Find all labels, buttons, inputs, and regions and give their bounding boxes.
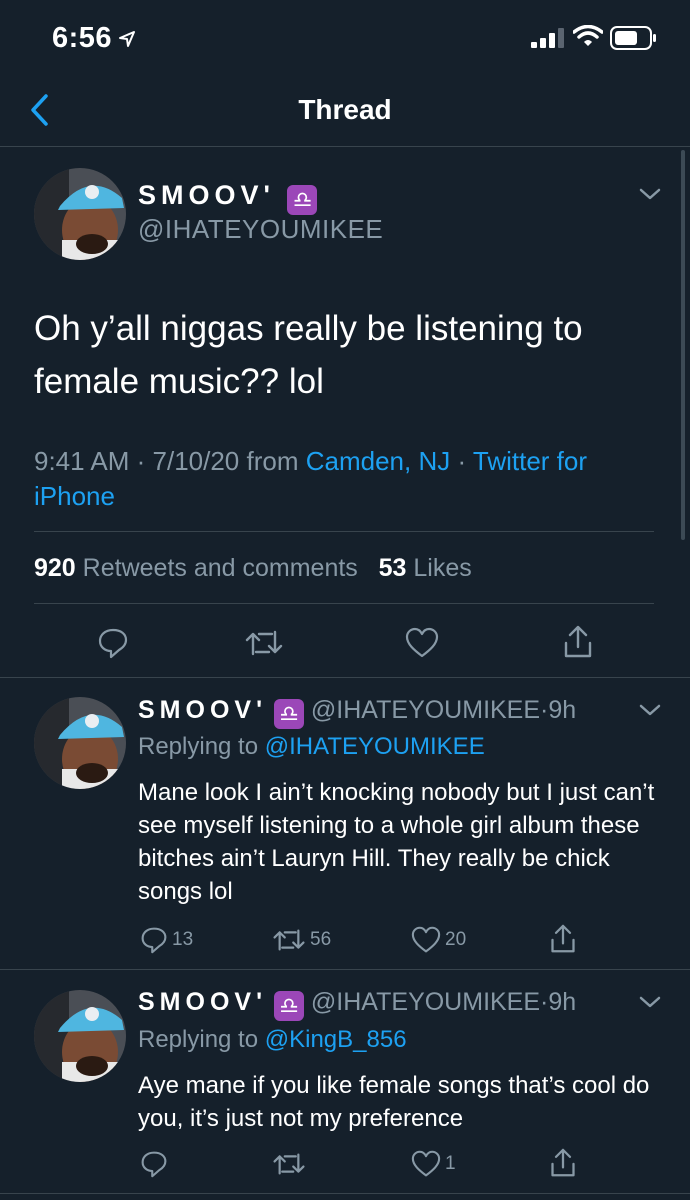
likes-label: Likes — [413, 554, 472, 582]
nav-bar: Thread — [0, 76, 690, 147]
likes-stat[interactable]: 53 Likes — [379, 554, 472, 582]
libra-emoji: ♎ — [287, 185, 318, 215]
battery-icon — [610, 26, 656, 50]
replying-label: Replying to — [138, 733, 259, 760]
tweet-from: from — [246, 446, 299, 476]
like-action[interactable]: 1 — [411, 1150, 456, 1178]
user-handle[interactable]: @IHATEYOUMIKEE — [311, 988, 540, 1016]
tweet-age: 9h — [548, 988, 577, 1016]
user-handle[interactable]: @IHATEYOUMIKEE — [138, 214, 383, 245]
tweet-text: Oh y’all niggas really be listening to f… — [34, 309, 583, 401]
libra-emoji: ♎ — [273, 699, 304, 729]
share-icon[interactable] — [562, 625, 594, 659]
display-name[interactable]: SMOOV' ♎ — [138, 180, 318, 215]
tweet-stats: 920 Retweets and comments 53 Likes — [34, 554, 472, 583]
status-time: 6:56 — [52, 22, 113, 54]
retweets-stat[interactable]: 920 Retweets and comments — [34, 554, 358, 582]
scrollbar[interactable] — [681, 150, 685, 540]
chevron-down-icon[interactable] — [638, 994, 662, 1010]
cellular-signal-icon — [531, 28, 564, 48]
replying-to: Replying to @IHATEYOUMIKEE — [138, 733, 485, 761]
retweet-icon[interactable] — [244, 628, 284, 658]
replying-to: Replying to @KingB_856 — [138, 1026, 407, 1054]
reply-icon — [141, 1151, 167, 1178]
share-icon[interactable] — [549, 1148, 577, 1178]
avatar[interactable] — [34, 697, 126, 789]
location-arrow-icon — [119, 31, 135, 47]
avatar[interactable] — [34, 990, 126, 1082]
display-name-text[interactable]: SMOOV' — [138, 988, 267, 1016]
share-icon[interactable] — [549, 924, 577, 954]
retweet-action[interactable]: 56 — [272, 927, 331, 953]
replying-to-link[interactable]: @IHATEYOUMIKEE — [265, 733, 485, 760]
replying-label: Replying to — [138, 1026, 259, 1053]
like-action[interactable]: 20 — [411, 926, 466, 954]
wifi-icon — [573, 25, 603, 46]
heart-icon — [411, 926, 441, 953]
page-title: Thread — [298, 94, 392, 125]
reply-icon — [141, 927, 167, 954]
divider — [0, 969, 690, 970]
like-count: 20 — [445, 929, 467, 950]
display-name-text[interactable]: SMOOV' — [138, 696, 267, 724]
divider — [0, 677, 690, 678]
tweet-date: 7/10/20 — [152, 446, 240, 476]
avatar[interactable] — [34, 168, 126, 260]
reply-header: SMOOV' ♎ @IHATEYOUMIKEE·9h — [138, 988, 576, 1021]
reply-icon[interactable] — [97, 627, 129, 659]
like-count: 53 — [378, 554, 407, 582]
replying-to-link[interactable]: @KingB_856 — [265, 1026, 407, 1053]
reply-count: 13 — [172, 929, 194, 950]
retweets-label: Retweets and comments — [82, 554, 358, 582]
chevron-down-icon[interactable] — [638, 186, 662, 202]
heart-icon[interactable] — [405, 627, 439, 659]
retweet-count: 56 — [310, 929, 332, 950]
heart-icon — [411, 1150, 441, 1177]
divider — [34, 531, 654, 532]
like-count: 1 — [445, 1153, 456, 1174]
reply-action[interactable]: 13 — [140, 926, 193, 954]
tweet-age: 9h — [548, 696, 577, 724]
chevron-down-icon[interactable] — [638, 702, 662, 718]
retweet-count: 920 — [34, 554, 76, 582]
divider — [0, 1193, 690, 1194]
tweet-text: Aye mane if you like female songs that’s… — [138, 1072, 650, 1132]
reply-action[interactable] — [140, 1150, 172, 1178]
retweet-action[interactable] — [272, 1151, 310, 1177]
location-link[interactable]: Camden, NJ — [306, 446, 451, 476]
retweet-icon — [273, 929, 305, 951]
retweet-icon — [273, 1153, 305, 1175]
libra-emoji: ♎ — [273, 991, 304, 1021]
tweet-text: Mane look I ain’t knocking nobody but I … — [138, 779, 655, 905]
divider — [34, 603, 654, 604]
display-name-text: SMOOV' — [138, 180, 275, 210]
user-handle[interactable]: @IHATEYOUMIKEE — [311, 696, 540, 724]
reply-header: SMOOV' ♎ @IHATEYOUMIKEE·9h — [138, 696, 576, 729]
tweet-time: 9:41 AM — [34, 446, 130, 476]
tweet-meta: 9:41 AM · 7/10/20 from Camden, NJ · Twit… — [34, 446, 588, 511]
status-bar: 6:56 — [0, 0, 690, 76]
